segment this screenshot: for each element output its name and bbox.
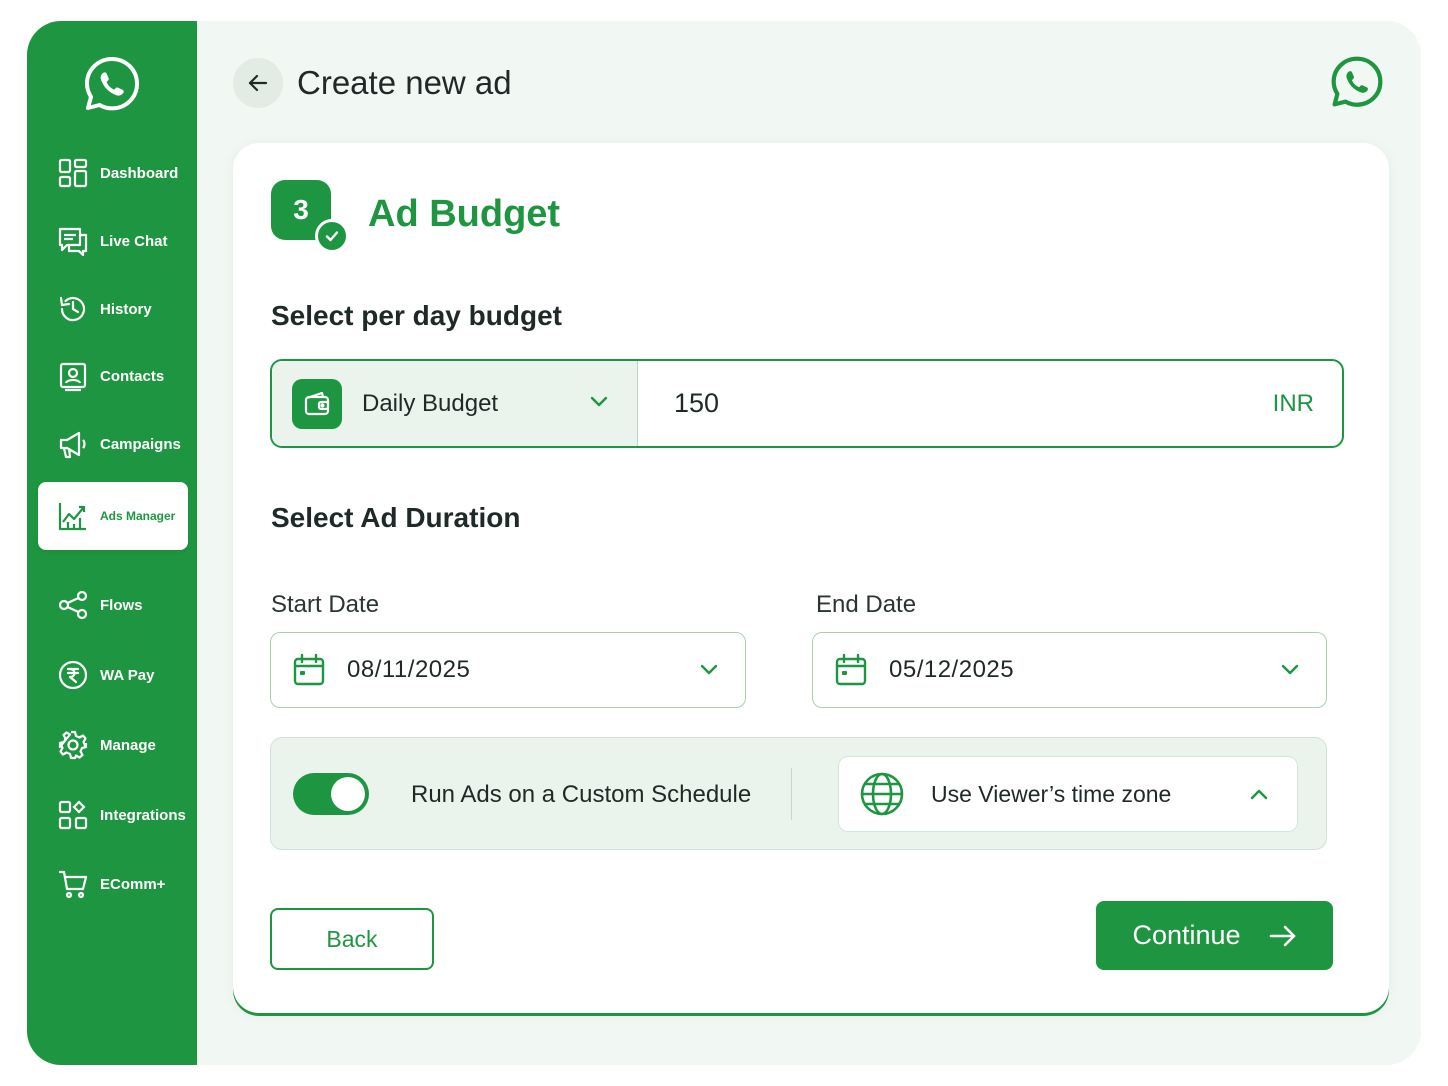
sidebar-item-label: Contacts (100, 367, 165, 385)
currency-label: INR (1272, 389, 1314, 417)
back-button[interactable]: Back (270, 908, 434, 970)
sidebar-item-label: WA Pay (100, 666, 155, 684)
budget-heading: Select per day budget (271, 300, 562, 331)
puzzle-icon (56, 798, 90, 832)
sidebar-item-campaigns[interactable]: Campaigns (38, 417, 188, 471)
chevron-up-icon (1250, 789, 1268, 800)
divider (791, 768, 792, 820)
end-date-value: 05/12/2025 (889, 656, 1015, 683)
budget-amount-input[interactable] (674, 388, 1273, 419)
chevron-down-icon (700, 664, 718, 675)
sidebar-item-ads-manager[interactable]: Ads Manager (38, 482, 188, 550)
sidebar-item-manage[interactable]: Manage (38, 718, 188, 772)
rupee-icon (56, 658, 90, 692)
cart-icon (56, 867, 90, 901)
chevron-down-icon (1281, 664, 1299, 675)
sidebar-item-ecomm[interactable]: EComm+ (38, 857, 188, 911)
sidebar-item-label: EComm+ (100, 875, 166, 893)
arrow-right-icon (1269, 924, 1297, 948)
contact-card-icon (56, 359, 90, 393)
app-window: Dashboard Live Chat History Contacts Cam (27, 21, 1421, 1065)
sidebar-item-integrations[interactable]: Integrations (38, 788, 188, 842)
timezone-dropdown[interactable]: Use Viewer’s time zone (838, 756, 1298, 832)
calendar-icon (835, 653, 867, 686)
history-icon (56, 292, 90, 326)
sidebar-item-label: Ads Manager (100, 509, 176, 523)
whatsapp-logo-icon (1329, 54, 1385, 110)
megaphone-icon (56, 427, 90, 461)
continue-button-label: Continue (1132, 920, 1241, 950)
check-icon (315, 219, 349, 253)
end-date-picker[interactable]: 05/12/2025 (812, 632, 1327, 708)
sidebar: Dashboard Live Chat History Contacts Cam (27, 21, 197, 1065)
globe-icon (860, 772, 904, 816)
calendar-icon (293, 653, 325, 686)
sidebar-item-contacts[interactable]: Contacts (38, 349, 188, 403)
sidebar-item-label: History (100, 300, 152, 318)
end-date-label: End Date (816, 591, 917, 618)
sidebar-item-label: Campaigns (100, 435, 181, 453)
sidebar-item-dashboard[interactable]: Dashboard (38, 146, 188, 200)
budget-type-dropdown[interactable]: Daily Budget (272, 361, 638, 446)
sidebar-item-label: Manage (100, 736, 156, 754)
step-number: 3 (293, 194, 309, 225)
share-nodes-icon (56, 588, 90, 622)
sidebar-item-history[interactable]: History (38, 282, 188, 336)
grid-icon (56, 156, 90, 190)
page-title: Create new ad (297, 64, 512, 101)
sidebar-item-label: Dashboard (100, 164, 179, 182)
custom-schedule-toggle[interactable] (293, 773, 369, 815)
sidebar-item-live-chat[interactable]: Live Chat (38, 214, 188, 268)
back-button-label: Back (326, 925, 378, 952)
sidebar-item-label: Live Chat (100, 232, 168, 250)
sidebar-item-label: Integrations (100, 806, 186, 824)
section-title: Ad Budget (368, 193, 561, 235)
whatsapp-logo-icon[interactable] (82, 54, 142, 114)
wallet-icon (292, 378, 342, 429)
gear-icon (56, 728, 90, 762)
arrow-left-icon (248, 74, 268, 92)
duration-heading: Select Ad Duration (271, 502, 521, 533)
budget-amount-wrapper: INR (638, 361, 1342, 446)
custom-schedule-label: Run Ads on a Custom Schedule (411, 781, 752, 808)
continue-button[interactable]: Continue (1096, 901, 1333, 970)
sidebar-item-flows[interactable]: Flows (38, 578, 188, 632)
timezone-value: Use Viewer’s time zone (931, 780, 1172, 807)
toggle-knob (331, 777, 365, 811)
sidebar-item-label: Flows (100, 596, 143, 614)
back-arrow-button[interactable] (233, 58, 283, 108)
start-date-value: 08/11/2025 (347, 656, 471, 683)
custom-schedule-panel: Run Ads on a Custom Schedule Use Viewer’… (270, 737, 1327, 850)
budget-input-group: Daily Budget INR (270, 359, 1344, 448)
sidebar-item-wa-pay[interactable]: WA Pay (38, 648, 188, 702)
budget-type-label: Daily Budget (362, 389, 499, 417)
ad-budget-card: 3 Ad Budget Select per day budget Daily … (233, 143, 1389, 1013)
chat-icon (56, 224, 90, 258)
chart-growth-icon (56, 499, 90, 533)
chevron-down-icon (589, 395, 609, 413)
start-date-picker[interactable]: 08/11/2025 (270, 632, 746, 708)
start-date-label: Start Date (271, 591, 380, 618)
